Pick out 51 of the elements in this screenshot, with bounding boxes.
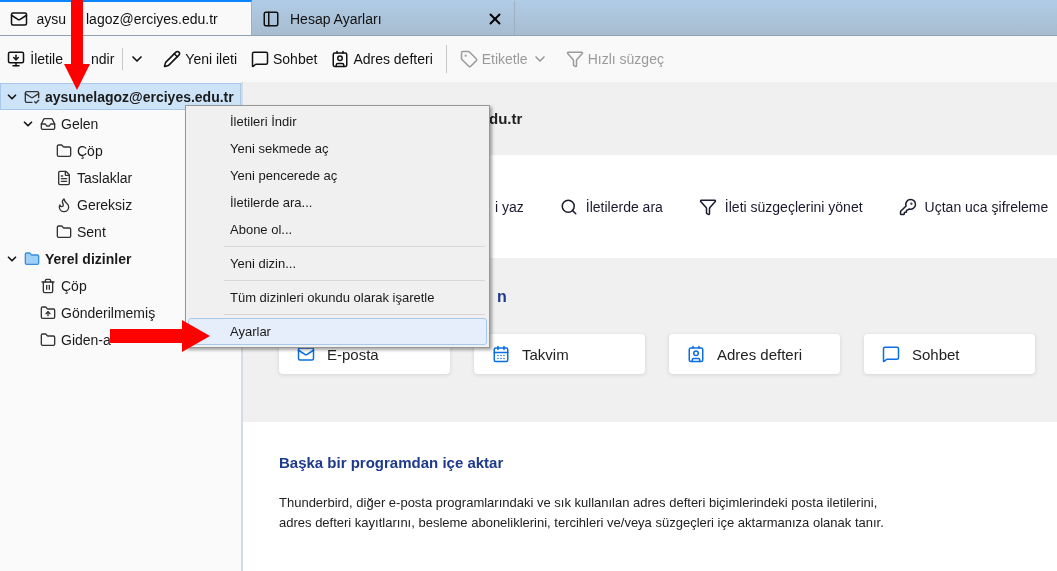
account-action-link[interactable]: Uçtan uca şifreleme	[898, 197, 1049, 216]
chat-icon	[251, 50, 269, 68]
trash-icon	[40, 277, 56, 294]
mail-icon	[297, 345, 315, 363]
filter-icon	[698, 197, 717, 216]
contact-card-icon	[687, 345, 705, 363]
tab[interactable]: Hesap Ayarları	[252, 0, 515, 35]
menu-item[interactable]: Yeni sekmede aç	[188, 135, 487, 162]
account-action-link[interactable]: İletilerde ara	[559, 197, 663, 216]
folder-icon	[56, 223, 72, 240]
folder-tree-item[interactable]: aysunelagoz@erciyes.edu.tr	[0, 83, 241, 110]
search-icon	[559, 197, 578, 216]
setup-card-button[interactable]: Adres defteri	[669, 334, 840, 374]
download-icon	[7, 50, 25, 68]
folder-icon	[24, 250, 40, 267]
account-heading: du.tr	[489, 110, 523, 127]
toolbar-button[interactable]: Adres defteri	[326, 46, 438, 72]
menu-item[interactable]: İletilerde ara...	[188, 189, 487, 216]
toolbar-button[interactable]: İletile ndir	[2, 44, 155, 74]
pencil-icon	[163, 50, 182, 68]
chat-icon	[882, 345, 900, 363]
menu-item[interactable]: Tüm dizinleri okundu olarak işaretle	[188, 284, 487, 311]
calendar-icon	[492, 345, 510, 363]
tab[interactable]: aysu lagoz@erciyes.edu.tr	[0, 0, 252, 35]
import-description: Thunderbird, diğer e-posta programlarındaki ve sık kullanılan adres defteri biçimlerindeki posta iletilerini, adres defteri kayıtlarını, besleme aboneliklerini, tercihleri ve/veya süzgeçleri içe aktarmanıza olanak tanır.	[279, 494, 885, 532]
folder-icon	[56, 142, 72, 159]
import-heading: Başka bir programdan içe aktar	[279, 454, 505, 471]
inbox-icon	[40, 115, 56, 132]
key-icon	[898, 197, 917, 216]
outbox-icon	[40, 304, 56, 321]
mail-icon	[10, 9, 28, 28]
account-action-link[interactable]: İleti süzgeçlerini yönet	[698, 197, 863, 216]
toolbar-button[interactable]: Yeni ileti	[158, 46, 242, 72]
toolbar-button[interactable]: Sohbet	[246, 46, 323, 72]
setup-card-button[interactable]: Sohbet	[864, 334, 1035, 374]
menu-item[interactable]: İletileri İndir	[188, 108, 487, 135]
contact-card-icon	[331, 50, 350, 68]
mail-check-icon	[24, 88, 40, 105]
menu-item[interactable]: Ayarlar	[188, 318, 487, 345]
menu-item[interactable]: Yeni dizin...	[188, 250, 487, 277]
setup-card-button[interactable]: Takvim	[474, 334, 645, 374]
flame-icon	[56, 196, 72, 213]
document-icon	[56, 169, 72, 186]
menu-item[interactable]: Abone ol...	[188, 216, 487, 243]
folder-icon	[40, 331, 56, 348]
panel-icon	[262, 9, 280, 28]
filter-icon	[565, 50, 584, 68]
account-action-link[interactable]: i yaz	[495, 198, 524, 215]
tag-icon	[459, 50, 478, 68]
section-heading: n	[497, 288, 507, 306]
menu-item[interactable]: Yeni pencerede aç	[188, 162, 487, 189]
